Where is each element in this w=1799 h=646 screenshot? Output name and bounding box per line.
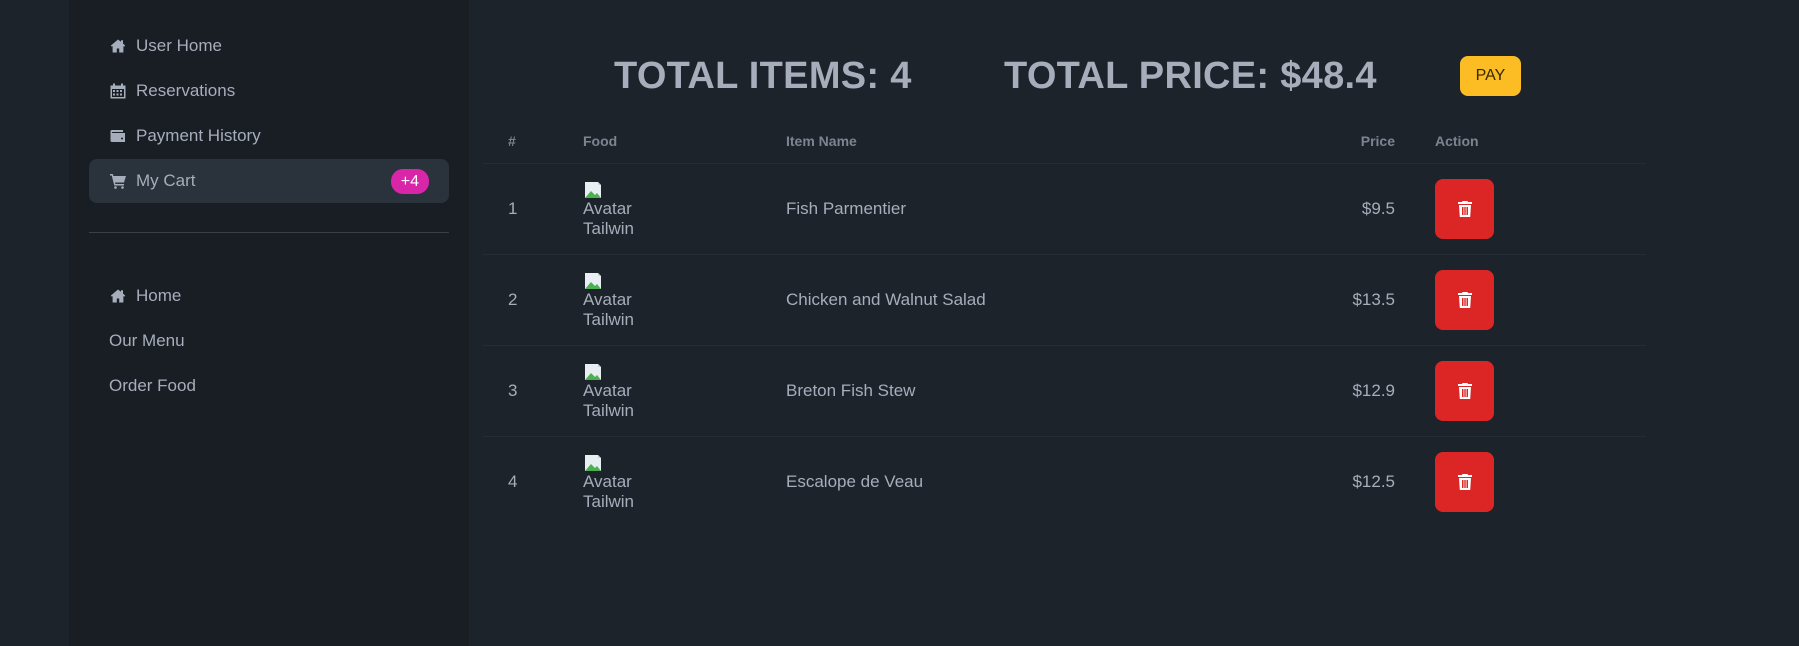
delete-item-button[interactable] — [1435, 178, 1494, 239]
user-nav: User Home Reservations Payment History M… — [89, 24, 449, 203]
food-cell: Avatar Tailwind — [583, 436, 786, 527]
delete-item-button[interactable] — [1435, 451, 1494, 512]
cart-count-badge: +4 — [390, 168, 429, 194]
home-icon — [109, 38, 126, 55]
action-cell — [1435, 254, 1646, 346]
trash-icon — [1457, 473, 1472, 490]
sidebar-item-payment-history[interactable]: Payment History — [89, 114, 449, 158]
table-row: 4 Avatar Tailwind Escalope de Veau $12.5 — [483, 436, 1646, 527]
column-header-item-name: Item Name — [786, 120, 1277, 164]
table-header-row: # Food Item Name Price Action — [483, 120, 1646, 164]
food-cell: Avatar Tailwind — [583, 345, 786, 437]
sidebar-item-label: My Cart — [136, 171, 196, 190]
action-cell — [1435, 345, 1646, 437]
item-name: Escalope de Veau — [786, 471, 924, 491]
sidebar-item-our-menu[interactable]: Our Menu — [89, 319, 449, 363]
column-header-food: Food — [583, 120, 786, 164]
pay-button[interactable]: PAY — [1460, 56, 1521, 96]
item-price: $13.5 — [1277, 254, 1395, 346]
trash-icon — [1457, 200, 1472, 217]
sidebar-item-label: Reservations — [136, 81, 236, 100]
cart-main: TOTAL ITEMS: 4 TOTAL PRICE: $48.4 PAY # … — [469, 0, 1799, 646]
sidebar-item-user-home[interactable]: User Home — [89, 24, 449, 68]
food-avatar: Avatar Tailwind — [583, 181, 633, 237]
column-spacer — [1395, 163, 1435, 255]
sidebar-item-label: Our Menu — [109, 331, 185, 350]
sidebar-item-order-food[interactable]: Order Food — [89, 364, 449, 408]
column-header-number: # — [483, 120, 583, 164]
column-header-action: Action — [1435, 120, 1646, 164]
food-cell: Avatar Tailwind — [583, 163, 786, 255]
food-avatar-alt: Avatar Tailwind — [583, 289, 633, 328]
food-avatar: Avatar Tailwind — [583, 272, 633, 328]
column-header-price: Price — [1277, 120, 1395, 164]
row-number: 4 — [508, 471, 518, 491]
sidebar-item-my-cart[interactable]: My Cart +4 — [89, 159, 449, 203]
item-price: $12.5 — [1352, 471, 1395, 491]
sidebar-item-label: Order Food — [109, 376, 196, 395]
broken-image-icon — [585, 363, 601, 380]
table-row: 3 Avatar Tailwind Breton Fish Stew $12.9 — [483, 345, 1646, 437]
cart-summary: TOTAL ITEMS: 4 TOTAL PRICE: $48.4 PAY — [469, 55, 1799, 105]
item-price: $12.9 — [1277, 345, 1395, 437]
wallet-icon — [109, 128, 126, 145]
item-name: Fish Parmentier — [786, 163, 1277, 255]
action-cell — [1435, 436, 1646, 527]
table-row: 1 Avatar Tailwind Fish Parmentier $9.5 — [483, 163, 1646, 255]
food-avatar-alt: Avatar Tailwind — [583, 198, 633, 237]
delete-item-button[interactable] — [1435, 360, 1494, 421]
total-price: TOTAL PRICE: $48.4 — [1004, 55, 1377, 97]
sidebar-item-label: Payment History — [136, 126, 261, 145]
broken-image-icon — [585, 272, 601, 289]
broken-image-icon — [585, 181, 601, 198]
sidebar-item-label: Home — [136, 286, 182, 305]
column-spacer — [1395, 254, 1435, 346]
item-name: Chicken and Walnut Salad — [786, 254, 1277, 346]
left-gutter — [0, 0, 69, 646]
home-icon — [109, 288, 126, 305]
sidebar-item-reservations[interactable]: Reservations — [89, 69, 449, 113]
row-number: 2 — [483, 254, 583, 346]
delete-item-button[interactable] — [1435, 269, 1494, 330]
main-nav: Home Our Menu Order Food — [89, 274, 449, 408]
trash-icon — [1457, 291, 1472, 308]
sidebar-item-home[interactable]: Home — [89, 274, 449, 318]
cart-table: # Food Item Name Price Action 1 Avatar T… — [483, 120, 1646, 527]
table-row: 2 Avatar Tailwind Chicken and Walnut Sal… — [483, 254, 1646, 346]
action-cell — [1435, 163, 1646, 255]
food-avatar: Avatar Tailwind — [583, 363, 633, 419]
trash-icon — [1457, 382, 1472, 399]
broken-image-icon — [585, 454, 601, 471]
item-name: Breton Fish Stew — [786, 345, 1277, 437]
total-items: TOTAL ITEMS: 4 — [614, 55, 912, 97]
row-number: 3 — [483, 345, 583, 437]
sidebar: User Home Reservations Payment History M… — [69, 0, 469, 646]
item-price: $9.5 — [1277, 163, 1395, 255]
food-avatar: Avatar Tailwind — [583, 454, 633, 510]
food-avatar-alt: Avatar Tailwind — [583, 471, 633, 510]
column-spacer — [1395, 436, 1435, 527]
column-spacer — [1395, 345, 1435, 437]
sidebar-divider — [89, 232, 449, 233]
food-cell: Avatar Tailwind — [583, 254, 786, 346]
food-avatar-alt: Avatar Tailwind — [583, 380, 633, 419]
cart-icon — [109, 173, 126, 190]
column-spacer — [1395, 120, 1435, 164]
sidebar-item-label: User Home — [136, 36, 222, 55]
row-number: 1 — [483, 163, 583, 255]
calendar-icon — [109, 83, 126, 100]
